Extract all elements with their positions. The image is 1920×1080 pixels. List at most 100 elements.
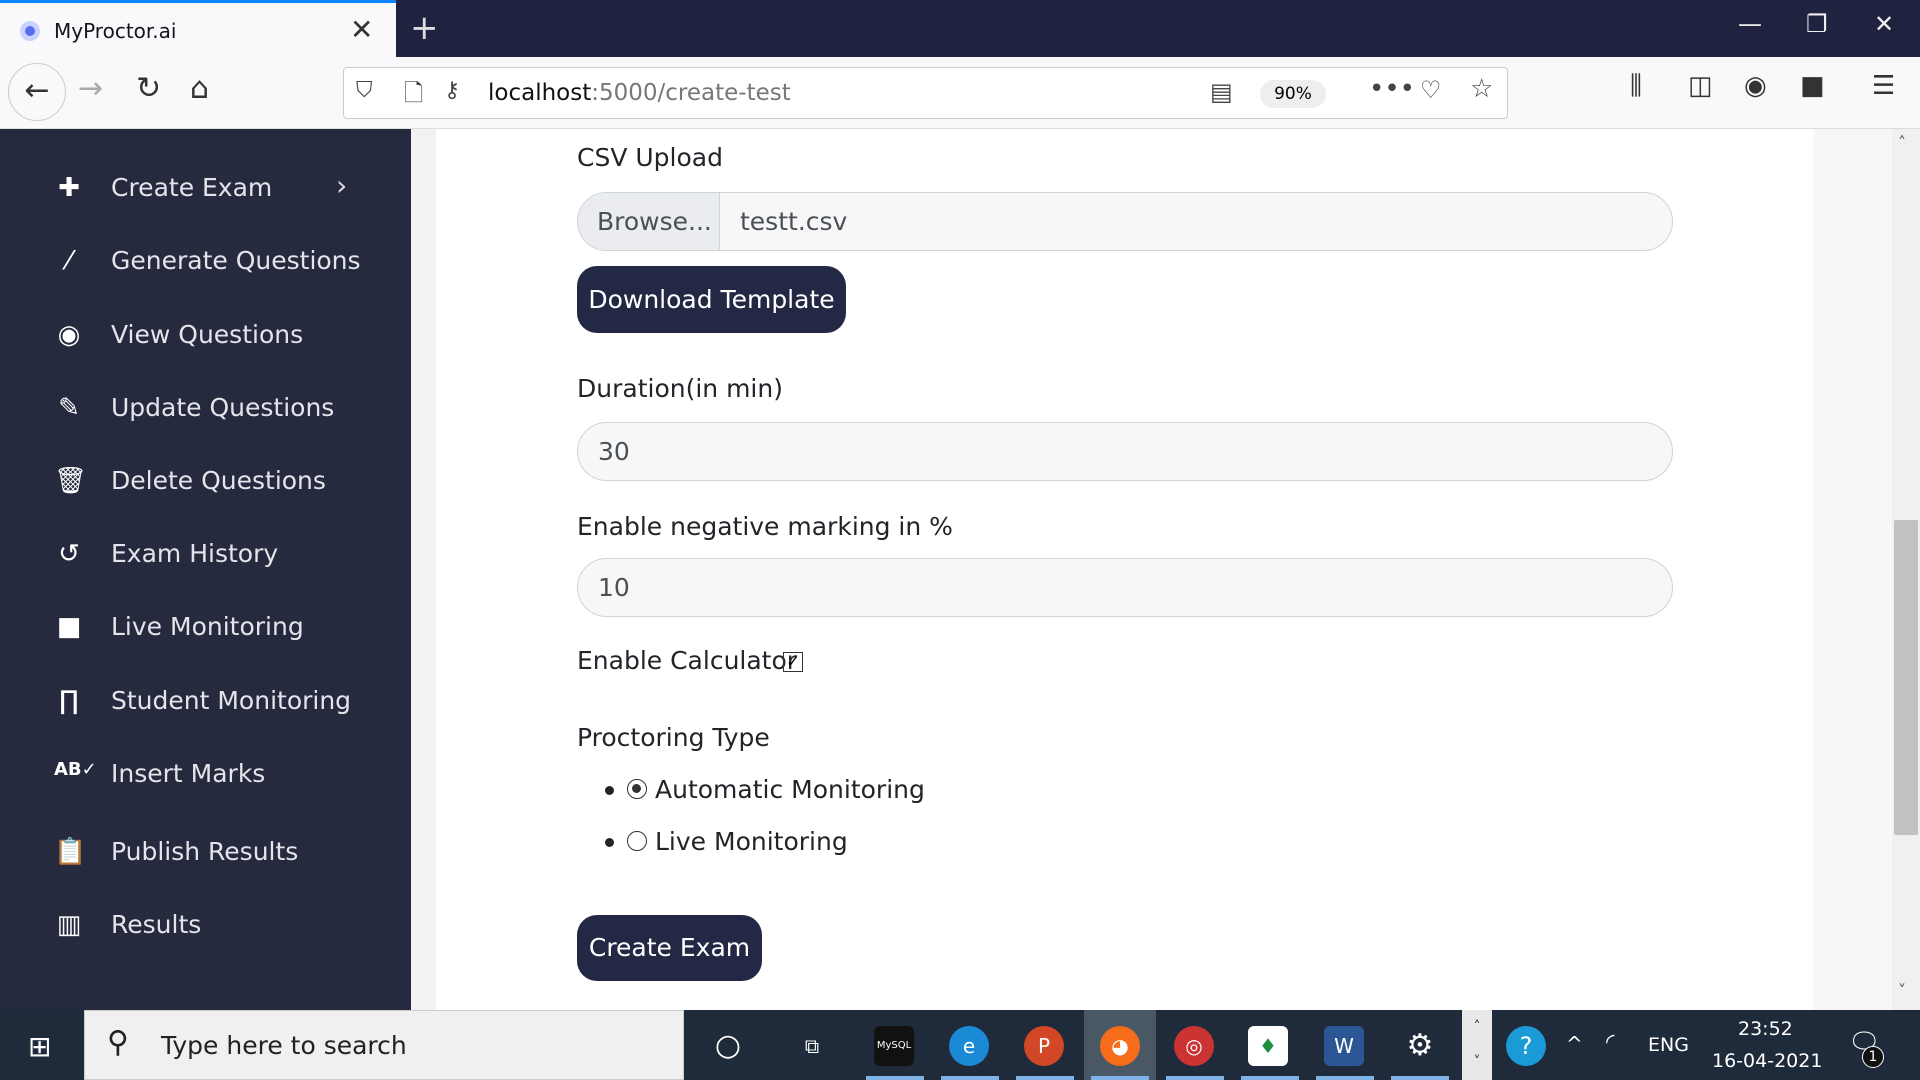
navigation-toolbar: ← → ↻ ⌂ ⛉ 🗋 ⚷ localhost:5000/create-test… [0, 57, 1920, 129]
sidebar-item-generate-questions[interactable]: ⁄ Generate Questions [0, 232, 411, 292]
forward-icon[interactable]: → [78, 71, 103, 106]
live-monitoring-radio[interactable] [627, 831, 647, 851]
binoculars-icon: ∏ [59, 686, 79, 716]
sidebar: ✚ Create Exam › ⁄ Generate Questions ◉ View … [0, 129, 411, 1010]
reload-icon[interactable]: ↻ [136, 71, 161, 106]
sidebar-item-label: Update Questions [111, 393, 335, 422]
favicon-icon [20, 21, 40, 41]
sidebar-item-update-questions[interactable]: ✎ Update Questions [0, 379, 411, 439]
magic-wand-icon: ⁄ [66, 246, 72, 276]
sidebar-item-live-monitoring[interactable]: ■ Live Monitoring [0, 598, 411, 658]
account-icon[interactable]: ◉ [1744, 71, 1767, 101]
mongodb-icon[interactable]: ♦ [1248, 1026, 1288, 1066]
sidebar-item-label: Student Monitoring [111, 686, 352, 715]
scroll-up-icon[interactable]: ˄ [1898, 133, 1906, 152]
list-bullet [605, 838, 614, 847]
new-tab-icon[interactable]: + [410, 8, 439, 48]
sidebar-item-results[interactable]: ▥ Results [0, 896, 411, 956]
home-icon[interactable]: ⌂ [190, 71, 209, 106]
content-gutter [411, 129, 436, 1010]
duration-label: Duration(in min) [577, 374, 783, 403]
sidebar-item-label: Exam History [111, 539, 279, 568]
task-view-icon[interactable]: ⧉ [792, 1026, 832, 1066]
pocket-icon[interactable]: ♡ [1420, 76, 1442, 104]
edge-icon[interactable]: e [949, 1026, 989, 1066]
sidebar-item-label: Create Exam [111, 173, 273, 202]
automatic-monitoring-radio[interactable] [627, 779, 647, 799]
sidebar-item-publish-results[interactable]: 📋 Publish Results [0, 823, 411, 883]
sidebar-item-label: Delete Questions [111, 466, 326, 495]
url-host: localhost [488, 80, 592, 106]
download-template-button[interactable]: Download Template [577, 266, 846, 333]
zoom-level[interactable]: 90% [1260, 80, 1326, 108]
extension-icon[interactable]: ■ [1800, 71, 1825, 101]
chevron-right-icon: › [336, 169, 348, 202]
scroll-down-icon[interactable]: ˅ [1898, 981, 1906, 1000]
duration-input[interactable]: 30 [577, 422, 1673, 481]
sidebar-item-insert-marks[interactable]: AB✓ Insert Marks [0, 745, 411, 805]
sidebar-item-create-exam[interactable]: ✚ Create Exam › [0, 159, 411, 219]
browser-tab-bar: MyProctor.ai ✕ + — ❐ ✕ [0, 0, 1920, 57]
csv-upload-label: CSV Upload [577, 143, 723, 172]
menu-icon[interactable]: ☰ [1872, 71, 1895, 101]
live-monitoring-label: Live Monitoring [655, 827, 848, 856]
mysql-icon[interactable]: MySQL [874, 1026, 914, 1066]
firefox-icon[interactable]: ◕ [1100, 1026, 1140, 1066]
back-icon[interactable]: ← [8, 63, 66, 121]
wifi-icon[interactable]: ◜ [1606, 1030, 1615, 1055]
sidebar-item-exam-history[interactable]: ↺ Exam History [0, 525, 411, 585]
sidebar-toggle-icon[interactable]: ◫ [1688, 71, 1713, 101]
taskbar-search-placeholder: Type here to search [161, 1031, 407, 1060]
browser-tab[interactable]: MyProctor.ai ✕ [0, 0, 396, 57]
sidebar-item-label: Live Monitoring [111, 612, 304, 641]
word-icon[interactable]: W [1324, 1026, 1364, 1066]
eye-icon: ◉ [57, 320, 81, 350]
clipboard-check-icon: 📋 [54, 837, 87, 867]
show-hidden-icons[interactable]: ^ [1566, 1032, 1583, 1056]
browse-button[interactable]: Browse... [578, 193, 720, 250]
enable-calculator-label: Enable Calculator [577, 646, 798, 675]
owl-app-icon[interactable]: ◎ [1174, 1026, 1214, 1066]
taskbar-scroll-arrows[interactable]: ˄ ˅ [1462, 1010, 1492, 1080]
enable-calculator-checkbox[interactable]: ✓ [783, 652, 803, 672]
content-gutter-right [1813, 129, 1892, 1010]
bookmark-star-icon[interactable]: ☆ [1470, 74, 1493, 104]
url-text[interactable]: localhost:5000/create-test [488, 80, 791, 106]
sidebar-item-label: Insert Marks [111, 759, 266, 788]
library-icon[interactable]: ⫼ [1630, 71, 1642, 102]
clock-date[interactable]: 16-04-2021 [1712, 1050, 1822, 1072]
negative-marking-input[interactable]: 10 [577, 558, 1673, 617]
sidebar-item-label: View Questions [111, 320, 304, 349]
close-tab-icon[interactable]: ✕ [350, 13, 373, 46]
more-icon[interactable]: ••• [1369, 74, 1415, 104]
search-icon: ⚲ [107, 1025, 129, 1060]
language-indicator[interactable]: ENG [1648, 1034, 1689, 1056]
shield-icon[interactable]: ⛉ [356, 78, 373, 103]
proctoring-type-label: Proctoring Type [577, 723, 770, 752]
csv-file-input[interactable]: Browse... testt.csv [577, 192, 1673, 251]
powerpoint-icon[interactable]: P [1024, 1026, 1064, 1066]
sidebar-item-view-questions[interactable]: ◉ View Questions [0, 306, 411, 366]
list-bullet [605, 786, 614, 795]
minimize-icon[interactable]: — [1738, 10, 1762, 38]
url-bar[interactable]: ⛉ 🗋 ⚷ localhost:5000/create-test ▤ 90% •… [343, 67, 1508, 119]
reader-view-icon[interactable]: ▤ [1210, 78, 1233, 106]
key-icon[interactable]: ⚷ [444, 78, 460, 103]
help-icon[interactable]: ? [1506, 1026, 1546, 1066]
clock-time[interactable]: 23:52 [1738, 1018, 1793, 1040]
scrollbar-thumb[interactable] [1894, 520, 1918, 835]
windows-start-icon[interactable]: ⊞ [28, 1030, 51, 1063]
sidebar-item-label: Generate Questions [111, 246, 361, 275]
restore-icon[interactable]: ❐ [1806, 10, 1828, 38]
create-exam-button[interactable]: Create Exam [577, 915, 762, 981]
settings-icon[interactable]: ⚙ [1400, 1026, 1440, 1066]
negative-marking-label: Enable negative marking in % [577, 512, 953, 541]
video-icon: ■ [56, 612, 82, 642]
sidebar-item-student-monitoring[interactable]: ∏ Student Monitoring [0, 672, 411, 732]
automatic-monitoring-label: Automatic Monitoring [655, 775, 925, 804]
taskbar-search-box[interactable]: ⚲ Type here to search [84, 1010, 684, 1080]
trash-icon: 🗑 [54, 466, 88, 496]
cortana-icon[interactable]: ○ [708, 1026, 748, 1066]
window-close-icon[interactable]: ✕ [1874, 10, 1894, 38]
sidebar-item-delete-questions[interactable]: 🗑 Delete Questions [0, 452, 411, 512]
